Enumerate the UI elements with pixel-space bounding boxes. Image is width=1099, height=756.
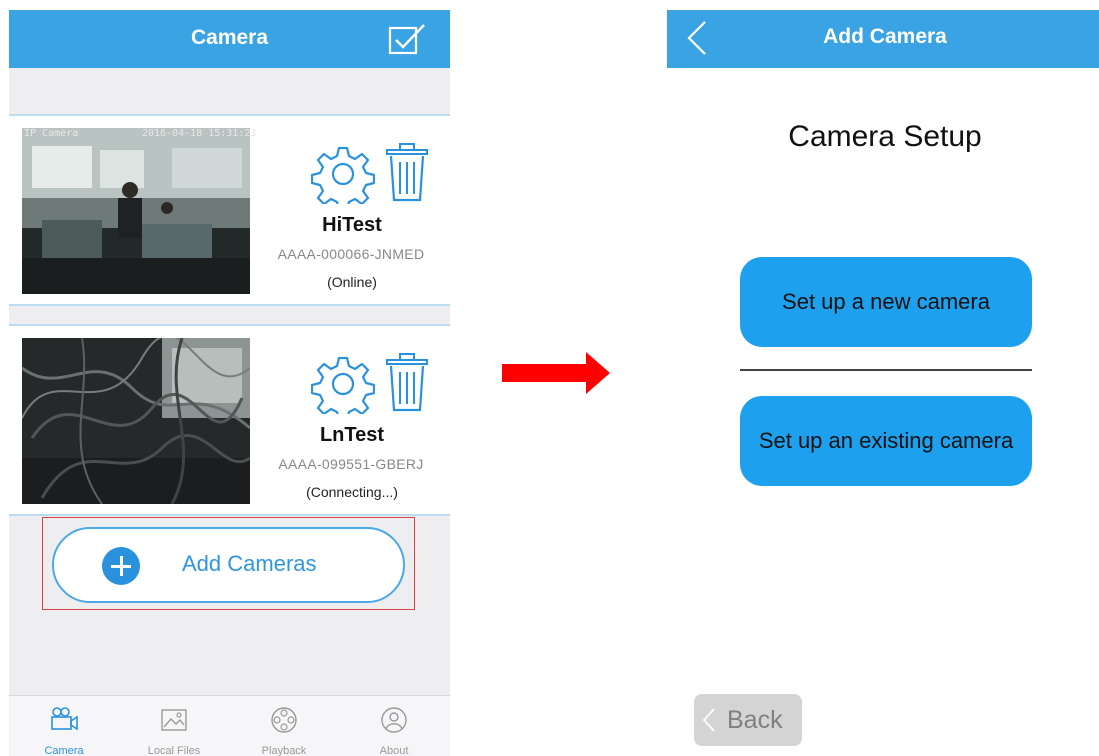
- tab-label: Local Files: [147, 745, 201, 756]
- video-camera-icon: [51, 707, 78, 731]
- add-camera-screen: Add Camera Camera Setup Set up a new cam…: [667, 10, 1099, 756]
- back-chevron-icon: [702, 708, 715, 732]
- add-cameras-button[interactable]: Add Cameras: [52, 527, 405, 603]
- nav-bar: Camera: [9, 10, 450, 68]
- thumbnail-camera-label: IP Camera: [24, 128, 79, 139]
- tab-about[interactable]: About: [339, 696, 449, 756]
- setup-new-camera-button[interactable]: Set up a new camera: [740, 257, 1032, 347]
- nav-bar: Add Camera: [667, 10, 1099, 68]
- add-cameras-label: Add Cameras: [182, 551, 317, 576]
- camera-name: HiTest: [322, 214, 382, 236]
- screen-title: Camera: [190, 26, 269, 49]
- person-icon: [381, 707, 407, 733]
- camera-preview-thumbnail[interactable]: IP Camera 2016-04-18 15:31:23: [22, 128, 256, 294]
- camera-name: LnTest: [319, 424, 385, 446]
- tab-camera[interactable]: Camera: [9, 696, 119, 756]
- right-arrow-icon: [502, 352, 610, 394]
- camera-status: (Connecting...): [306, 484, 398, 500]
- image-icon: [161, 709, 187, 731]
- camera-card[interactable]: IP Camera 2016-04-18 15:31:23 HiTest AAA…: [9, 114, 450, 306]
- tab-label: Playback: [261, 745, 307, 756]
- trash-icon[interactable]: [385, 352, 429, 414]
- plus-circle-icon: [102, 547, 140, 585]
- trash-icon[interactable]: [385, 142, 429, 204]
- camera-list-screen: Camera IP Camera 2016-04-18 15:31:23 HiT…: [9, 10, 450, 756]
- tab-bar: Camera Local Files Playback About: [9, 695, 450, 756]
- tab-label: Camera: [44, 745, 84, 756]
- camera-card[interactable]: LnTest AAAA-099551-GBERJ (Connecting...): [9, 324, 450, 516]
- camera-status: (Online): [327, 274, 377, 290]
- gear-icon[interactable]: [311, 354, 375, 414]
- camera-uid: AAAA-099551-GBERJ: [278, 456, 424, 472]
- film-reel-icon: [271, 707, 297, 733]
- gear-icon[interactable]: [311, 144, 375, 204]
- page-heading: Camera Setup: [788, 120, 982, 153]
- thumbnail-timestamp: 2016-04-18 15:31:23: [142, 128, 257, 139]
- setup-existing-camera-button[interactable]: Set up an existing camera: [740, 396, 1032, 486]
- divider: [740, 369, 1032, 371]
- edit-checkbox-icon[interactable]: [387, 22, 427, 56]
- tab-local-files[interactable]: Local Files: [119, 696, 229, 756]
- tab-playback[interactable]: Playback: [229, 696, 339, 756]
- tab-label: About: [379, 745, 409, 756]
- back-button[interactable]: Back: [694, 694, 802, 746]
- back-label: Back: [727, 706, 783, 734]
- camera-preview-thumbnail[interactable]: [22, 338, 250, 504]
- camera-uid: AAAA-000066-JNMED: [277, 246, 425, 262]
- screen-title: Add Camera: [823, 25, 947, 48]
